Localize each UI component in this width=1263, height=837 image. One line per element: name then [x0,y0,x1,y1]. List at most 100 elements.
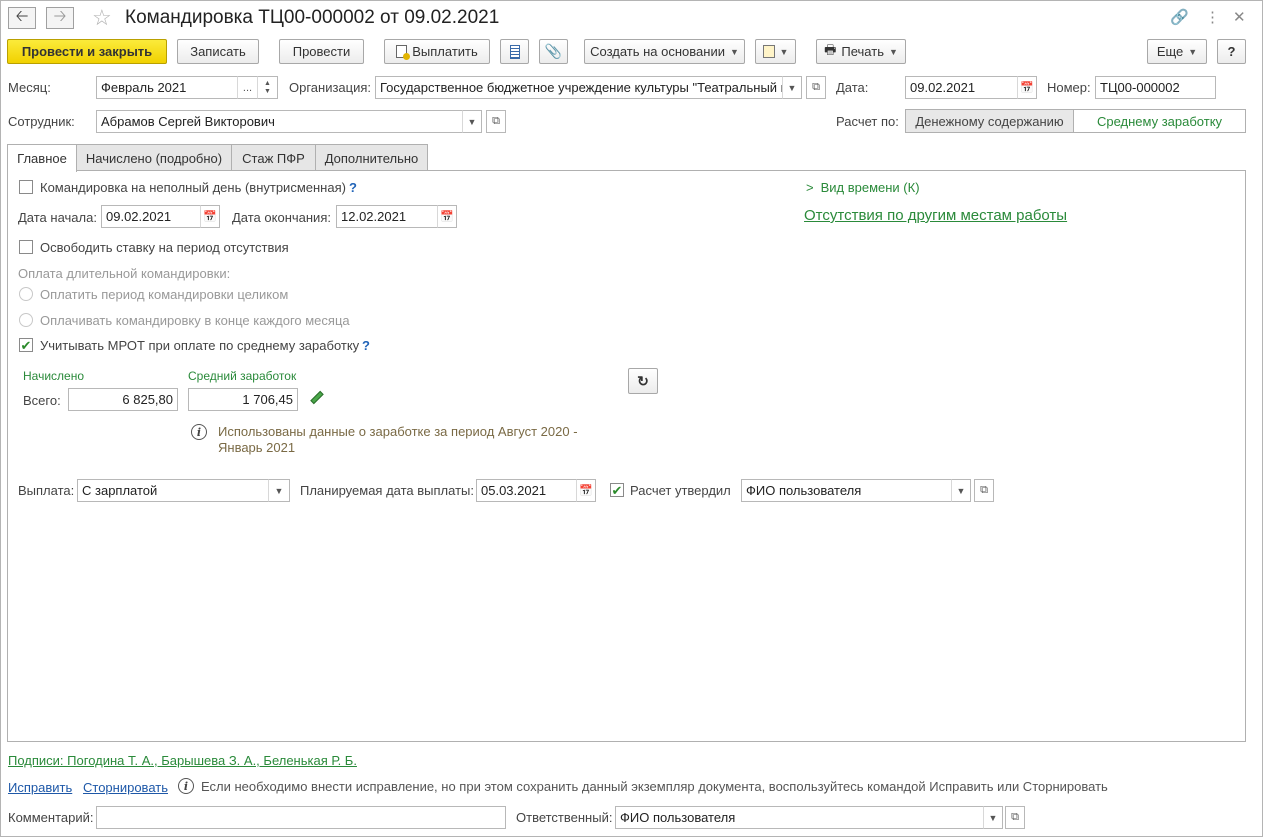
responsible-label: Ответственный: [516,810,613,825]
chevron-down-icon: ▼ [787,82,797,93]
responsible-open-button[interactable]: ⧉ [1005,806,1025,829]
approved-by-input[interactable]: ФИО пользователя [741,479,952,502]
number-input[interactable]: ТЦ00-000002 [1095,76,1216,99]
edit-average-button[interactable] [308,388,326,406]
tab-pfr-experience[interactable]: Стаж ПФР [231,144,316,171]
approved-by-open-button[interactable]: ⧉ [974,479,994,502]
start-date-input[interactable]: 09.02.2021 [101,205,201,228]
print-button[interactable]: 🖶 Печать ▼ [816,39,906,64]
calendar-icon: 📅 [440,211,454,223]
end-date-input[interactable]: 12.02.2021 [336,205,438,228]
close-icon[interactable]: ✕ [1233,8,1246,26]
chevron-down-icon: ▼ [729,46,739,57]
document-pay-icon [396,45,411,60]
calc-by-salary-option[interactable]: Денежному содержанию [905,109,1074,133]
organization-label: Организация: [289,80,372,95]
signatures-link[interactable]: Подписи: Погодина Т. А., Барышева З. А.,… [8,753,357,768]
month-stepper[interactable]: ▲ ▼ [257,76,278,99]
refresh-button[interactable]: ↻ [628,368,658,394]
refresh-icon: ↻ [637,372,649,389]
chevron-down-icon: ▼ [1188,46,1198,57]
favorite-star-icon[interactable]: ☆ [92,5,112,31]
accrued-header: Начислено [23,369,85,383]
responsible-input[interactable]: ФИО пользователя [615,806,984,829]
payout-dropdown[interactable]: ▼ [268,479,290,502]
planned-payout-date-input[interactable]: 05.03.2021 [476,479,577,502]
checkmark-icon: ✔ [20,337,32,353]
more-label: Еще [1156,44,1184,59]
create-based-on-label: Создать на основании [590,44,725,59]
pay-button[interactable]: Выплатить [384,39,490,64]
end-date-calendar-button[interactable]: 📅 [437,205,457,228]
partial-day-checkbox[interactable] [19,180,33,194]
free-rate-checkbox[interactable] [19,240,33,254]
report-list-button[interactable] [500,39,529,64]
document-folder-icon [762,45,775,58]
partial-day-help-icon[interactable]: ? [349,180,357,195]
employee-open-button[interactable]: ⧉ [486,110,506,133]
start-date-calendar-button[interactable]: 📅 [200,205,220,228]
calc-by-average-option[interactable]: Среднему заработку [1073,109,1246,133]
storno-link[interactable]: Сторнировать [83,780,168,795]
arrow-left-icon: 🡠 [15,7,29,25]
pay-monthly-radio[interactable] [19,313,33,327]
tab-additional[interactable]: Дополнительно [315,144,428,171]
comment-input[interactable] [96,806,506,829]
free-rate-label: Освободить ставку на период отсутствия [40,240,289,255]
date-calendar-button[interactable]: 📅 [1017,76,1037,99]
checkmark-icon: ✔ [611,482,623,498]
write-button[interactable]: Записать [177,39,259,64]
calc-by-label: Расчет по: [836,114,899,129]
create-based-on-button[interactable]: Создать на основании ▼ [584,39,745,64]
tab-accrued-detail[interactable]: Начислено (подробно) [76,144,232,171]
ellipsis-icon: ... [242,81,253,94]
attach-button[interactable]: 📎 [539,39,568,64]
average-earnings-header: Средний заработок [188,369,297,383]
employee-dropdown[interactable]: ▼ [462,110,482,133]
open-window-icon: ⧉ [812,81,820,93]
pay-button-label: Выплатить [412,44,478,59]
total-label: Всего: [23,393,61,408]
mrot-help-icon[interactable]: ? [362,338,370,353]
more-vertical-icon[interactable]: ⋮ [1205,8,1220,26]
calendar-icon: 📅 [203,211,217,223]
post-button[interactable]: Провести [279,39,364,64]
list-report-icon [509,44,520,59]
month-input[interactable]: Февраль 2021 [96,76,238,99]
chevron-down-icon: ▼ [467,116,477,127]
fix-link[interactable]: Исправить [8,780,72,795]
start-date-label: Дата начала: [18,210,97,225]
pay-whole-radio[interactable] [19,287,33,301]
responsible-dropdown[interactable]: ▼ [983,806,1003,829]
back-button[interactable]: 🡠 [8,7,36,29]
earnings-period-info-line2: Январь 2021 [218,440,296,455]
info-icon: i [191,424,207,440]
mrot-checkbox[interactable]: ✔ [19,338,33,352]
time-type-link[interactable]: > Вид времени (К) [806,180,920,195]
help-button[interactable]: ? [1217,39,1246,64]
payout-input[interactable]: С зарплатой [77,479,269,502]
approved-checkbox[interactable]: ✔ [610,483,624,497]
organization-dropdown[interactable]: ▼ [782,76,802,99]
organization-input[interactable]: Государственное бюджетное учреждение кул… [375,76,783,99]
more-button[interactable]: Еще ▼ [1147,39,1207,64]
date-input[interactable]: 09.02.2021 [905,76,1018,99]
related-docs-button[interactable]: ▼ [755,39,796,64]
month-select-button[interactable]: ... [237,76,258,99]
employee-input[interactable]: Абрамов Сергей Викторович [96,110,463,133]
chevron-down-icon: ▼ [956,485,966,496]
chevron-down-icon: ▼ [779,46,789,57]
post-and-close-button[interactable]: Провести и закрыть [7,39,167,64]
tab-main[interactable]: Главное [7,144,77,172]
approved-by-dropdown[interactable]: ▼ [951,479,971,502]
organization-open-button[interactable]: ⧉ [806,76,826,99]
open-window-icon: ⧉ [492,115,500,127]
long-trip-payment-label: Оплата длительной командировки: [18,266,231,281]
employee-label: Сотрудник: [8,114,75,129]
info-icon: i [178,778,194,794]
forward-button[interactable]: 🡢 [46,7,74,29]
spin-up-icon: ▲ [264,79,271,87]
absence-other-jobs-link[interactable]: Отсутствия по другим местам работы [804,207,1067,224]
link-icon[interactable]: 🔗 [1170,8,1189,26]
planned-payout-date-calendar-button[interactable]: 📅 [576,479,596,502]
